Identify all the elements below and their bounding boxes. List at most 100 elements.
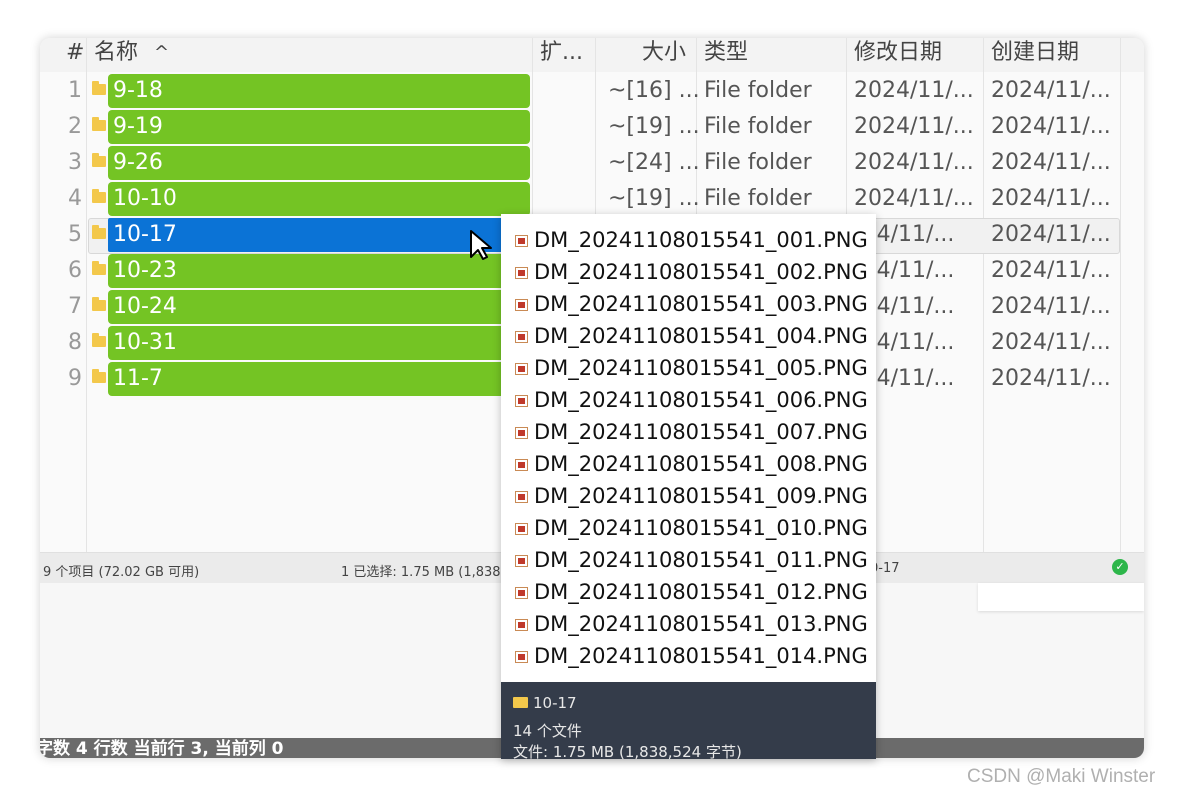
column-header-extension[interactable]: 扩... (540, 38, 583, 72)
folder-icon (92, 117, 106, 131)
file-name: DM_20241108015541_010.PNG (534, 516, 868, 540)
list-item[interactable]: DM_20241108015541_007.PNG (501, 418, 876, 450)
file-name: DM_20241108015541_001.PNG (534, 228, 868, 252)
folder-preview-popup: DM_20241108015541_001.PNG DM_20241108015… (501, 214, 876, 759)
folder-icon (92, 153, 106, 167)
list-item[interactable]: DM_20241108015541_003.PNG (501, 290, 876, 322)
file-name: DM_20241108015541_007.PNG (534, 420, 868, 444)
png-file-icon (515, 459, 528, 471)
file-name: DM_20241108015541_006.PNG (534, 388, 868, 412)
list-item[interactable]: DM_20241108015541_002.PNG (501, 258, 876, 290)
folder-icon (92, 81, 106, 95)
row-number: 5 (68, 222, 82, 247)
row-number: 7 (68, 294, 82, 319)
png-file-icon (515, 651, 528, 663)
list-item[interactable]: DM_20241108015541_010.PNG (501, 514, 876, 546)
folder-name[interactable]: 10-10 (113, 186, 177, 211)
folder-icon (92, 261, 106, 275)
table-row[interactable]: 1 9-18 ~[16] ... File folder 2024/11/...… (40, 74, 1144, 110)
file-name: DM_20241108015541_013.PNG (534, 612, 868, 636)
list-item[interactable]: DM_20241108015541_006.PNG (501, 386, 876, 418)
modified-cell: 2024/11/... (854, 186, 974, 211)
folder-name[interactable]: 9-26 (113, 150, 163, 175)
name-highlight (108, 110, 530, 144)
created-cell: 2024/11/... (991, 186, 1111, 211)
modified-cell: 2024/11/... (854, 78, 974, 103)
list-item[interactable]: DM_20241108015541_009.PNG (501, 482, 876, 514)
check-circle-icon: ✓ (1112, 559, 1128, 575)
png-file-icon (515, 235, 528, 247)
folder-icon (92, 369, 106, 383)
folder-name[interactable]: 10-24 (113, 294, 177, 319)
png-file-icon (515, 363, 528, 375)
png-file-icon (515, 299, 528, 311)
list-item[interactable]: DM_20241108015541_013.PNG (501, 610, 876, 642)
table-row[interactable]: 4 10-10 ~[19] ... File folder 2024/11/..… (40, 182, 1144, 218)
created-cell: 2024/11/... (991, 330, 1111, 355)
popup-file-size: 文件: 1.75 MB (1,838,524 字节) (513, 743, 742, 759)
row-number: 9 (68, 366, 82, 391)
table-row[interactable]: 2 9-19 ~[19] ... File folder 2024/11/...… (40, 110, 1144, 146)
row-number: 3 (68, 150, 82, 175)
type-cell: File folder (704, 114, 812, 139)
png-file-icon (515, 395, 528, 407)
editor-status-text: 字数 4 行数 当前行 3, 当前列 0 (40, 739, 284, 758)
folder-name[interactable]: 11-7 (113, 366, 163, 391)
list-item[interactable]: DM_20241108015541_011.PNG (501, 546, 876, 578)
list-item[interactable]: DM_20241108015541_005.PNG (501, 354, 876, 386)
folder-name[interactable]: 10-23 (113, 258, 177, 283)
png-file-icon (515, 427, 528, 439)
size-cell: ~[24] ... (608, 150, 700, 175)
png-file-icon (515, 523, 528, 535)
file-name: DM_20241108015541_009.PNG (534, 484, 868, 508)
column-header-num[interactable]: # (66, 38, 84, 72)
list-item[interactable]: DM_20241108015541_008.PNG (501, 450, 876, 482)
file-name: DM_20241108015541_003.PNG (534, 292, 868, 316)
folder-name[interactable]: 9-18 (113, 78, 163, 103)
created-cell: 2024/11/... (991, 78, 1111, 103)
name-highlight (108, 146, 530, 180)
folder-name[interactable]: 10-31 (113, 330, 177, 355)
list-item[interactable]: DM_20241108015541_014.PNG (501, 642, 876, 674)
row-number: 6 (68, 258, 82, 283)
popup-footer: 10-17 14 个文件 文件: 1.75 MB (1,838,524 字节) (501, 682, 876, 759)
table-row[interactable]: 3 9-26 ~[24] ... File folder 2024/11/...… (40, 146, 1144, 182)
png-file-icon (515, 491, 528, 503)
folder-icon (92, 225, 106, 239)
status-item-count: 9 个项目 (72.02 GB 可用) (43, 565, 200, 580)
list-item[interactable]: DM_20241108015541_004.PNG (501, 322, 876, 354)
folder-icon (92, 297, 106, 311)
column-header-type[interactable]: 类型 (704, 38, 748, 72)
created-cell: 2024/11/... (991, 150, 1111, 175)
name-highlight (108, 74, 530, 108)
sort-ascending-icon: ^ (154, 42, 170, 63)
size-cell: ~[19] ... (608, 114, 700, 139)
png-file-icon (515, 267, 528, 279)
folder-name[interactable]: 10-17 (113, 222, 177, 247)
file-name: DM_20241108015541_012.PNG (534, 580, 868, 604)
png-file-icon (515, 619, 528, 631)
mouse-cursor-icon (470, 230, 492, 260)
list-item[interactable]: DM_20241108015541_001.PNG (501, 226, 876, 258)
name-highlight (108, 362, 508, 396)
modified-cell: 2024/11/... (854, 114, 974, 139)
file-name: DM_20241108015541_011.PNG (534, 548, 868, 572)
column-header-size[interactable]: 大小 (642, 38, 686, 72)
folder-name[interactable]: 9-19 (113, 114, 163, 139)
row-number: 1 (68, 78, 82, 103)
modified-cell: 2024/11/... (854, 150, 974, 175)
created-cell: 2024/11/... (991, 222, 1111, 247)
file-name: DM_20241108015541_002.PNG (534, 260, 868, 284)
folder-icon (92, 189, 106, 203)
created-cell: 2024/11/... (991, 294, 1111, 319)
list-item[interactable]: DM_20241108015541_012.PNG (501, 578, 876, 610)
png-file-icon (515, 331, 528, 343)
file-name: DM_20241108015541_008.PNG (534, 452, 868, 476)
row-number: 2 (68, 114, 82, 139)
folder-icon (92, 333, 106, 347)
column-header-name[interactable]: 名称 (94, 38, 138, 72)
column-header-modified[interactable]: 修改日期 (854, 38, 942, 72)
column-header-created[interactable]: 创建日期 (991, 38, 1079, 72)
watermark: CSDN @Maki Winster (967, 766, 1156, 787)
file-name: DM_20241108015541_014.PNG (534, 644, 868, 668)
